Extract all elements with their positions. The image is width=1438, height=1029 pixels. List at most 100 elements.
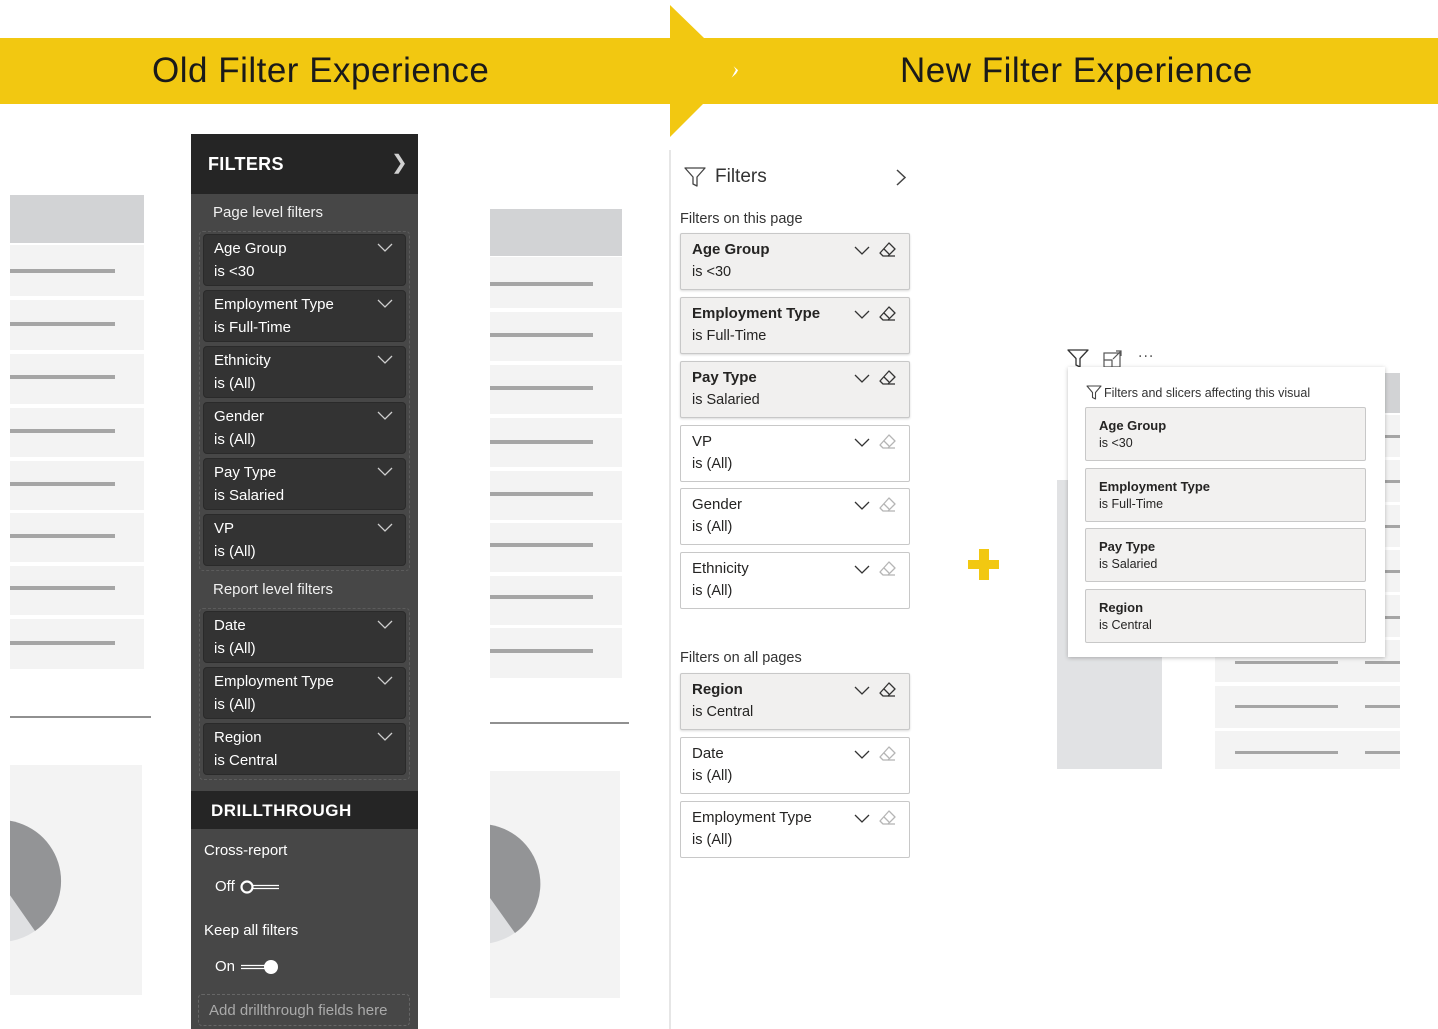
filter-value: is (All) (692, 832, 733, 848)
new-filter-card-employment-type[interactable]: Employment Type is Full-Time (680, 297, 910, 354)
filter-value: is <30 (1099, 436, 1133, 450)
filter-value: is (All) (214, 375, 256, 392)
cross-report-label: Cross-report (204, 842, 288, 859)
filter-value: is <30 (214, 263, 255, 280)
filter-value: is (All) (692, 519, 733, 535)
old-filter-card-ethnicity[interactable]: Ethnicity is (All) (203, 346, 406, 398)
filter-value: is (All) (214, 543, 256, 560)
filter-value: is (All) (214, 696, 256, 713)
old-filter-card-region[interactable]: Region is Central (203, 723, 406, 775)
new-filter-card-pay-type[interactable]: Pay Type is Salaried (680, 361, 910, 418)
clear-filter-eraser-icon[interactable] (879, 682, 897, 698)
filter-name: Pay Type (1099, 539, 1156, 554)
wireframe-pie-chart-left (10, 765, 142, 995)
new-filter-card-region[interactable]: Region is Central (680, 673, 910, 730)
chevron-down-icon[interactable] (377, 465, 393, 477)
banner-arrow-icon (670, 4, 739, 138)
new-filter-card-vp[interactable]: VP is (All) (680, 425, 910, 482)
new-filters-title: Filters (715, 166, 767, 187)
filter-name: Region (214, 729, 262, 746)
keep-all-filters-toggle[interactable] (240, 959, 282, 975)
filter-name: VP (692, 433, 713, 450)
collapse-pane-chevron-icon[interactable]: ❯ (391, 150, 408, 175)
filter-name: Employment Type (692, 809, 812, 826)
chevron-down-icon[interactable] (854, 812, 870, 824)
filter-value: is Salaried (1099, 557, 1158, 571)
wireframe-pie-chart-middle (490, 771, 620, 998)
old-experience-title: Old Filter Experience (152, 51, 490, 90)
filter-name: Age Group (214, 240, 287, 257)
chevron-down-icon[interactable] (377, 297, 393, 309)
chevron-down-icon[interactable] (854, 244, 870, 256)
new-filter-card-ethnicity[interactable]: Ethnicity is (All) (680, 552, 910, 609)
filter-value: is Central (692, 704, 754, 720)
clear-filter-eraser-icon[interactable] (879, 810, 897, 826)
visual-filter-icon[interactable] (1067, 349, 1089, 368)
chevron-down-icon[interactable] (854, 499, 870, 511)
clear-filter-eraser-icon[interactable] (879, 561, 897, 577)
filter-name: Pay Type (692, 369, 757, 386)
filters-on-all-pages-label: Filters on all pages (680, 650, 802, 666)
chevron-down-icon[interactable] (854, 372, 870, 384)
drillthrough-header: DRILLTHROUGH (191, 791, 418, 829)
clear-filter-eraser-icon[interactable] (879, 746, 897, 762)
collapse-pane-chevron-icon[interactable] (895, 169, 907, 186)
clear-filter-eraser-icon[interactable] (879, 434, 897, 450)
chevron-down-icon[interactable] (854, 308, 870, 320)
chevron-down-icon[interactable] (377, 353, 393, 365)
new-filter-card-age-group[interactable]: Age Group is <30 (680, 233, 910, 290)
clear-filter-eraser-icon[interactable] (879, 370, 897, 386)
chevron-down-icon[interactable] (854, 748, 870, 760)
new-filter-card-date[interactable]: Date is (All) (680, 737, 910, 794)
chevron-down-icon[interactable] (377, 618, 393, 630)
old-filters-header: FILTERS ❯ (191, 134, 418, 194)
popup-title: Filters and slicers affecting this visua… (1104, 386, 1311, 400)
filter-value: is Full-Time (214, 319, 291, 336)
old-filter-card-gender[interactable]: Gender is (All) (203, 402, 406, 454)
focus-mode-icon[interactable] (1103, 350, 1123, 368)
chevron-down-icon[interactable] (377, 521, 393, 533)
filter-name: Age Group (692, 241, 770, 258)
old-filter-card-date[interactable]: Date is (All) (203, 611, 406, 663)
clear-filter-eraser-icon[interactable] (879, 242, 897, 258)
filter-value: is (All) (692, 583, 733, 599)
chevron-down-icon[interactable] (854, 684, 870, 696)
new-filter-card-employment-type-all[interactable]: Employment Type is (All) (680, 801, 910, 858)
popup-filter-card-pay-type: Pay Type is Salaried (1085, 528, 1366, 582)
popup-filter-card-age-group: Age Group is <30 (1085, 407, 1366, 461)
clear-filter-eraser-icon[interactable] (879, 306, 897, 322)
old-filter-card-employment-type[interactable]: Employment Type is Full-Time (203, 290, 406, 342)
more-options-icon[interactable]: ··· (1138, 349, 1154, 365)
filter-value: is (All) (692, 456, 733, 472)
filter-value: is (All) (692, 768, 733, 784)
filter-value: is Full-Time (1099, 497, 1164, 511)
old-filter-card-employment-type-report[interactable]: Employment Type is (All) (203, 667, 406, 719)
old-filter-card-pay-type[interactable]: Pay Type is Salaried (203, 458, 406, 510)
new-filter-card-gender[interactable]: Gender is (All) (680, 488, 910, 545)
wireframe-divider-left (10, 716, 151, 718)
chevron-down-icon[interactable] (377, 409, 393, 421)
clear-filter-eraser-icon[interactable] (879, 497, 897, 513)
add-drillthrough-fields-dropzone[interactable]: Add drillthrough fields here (198, 994, 410, 1026)
chevron-down-icon[interactable] (377, 674, 393, 686)
chevron-down-icon[interactable] (854, 563, 870, 575)
report-level-filters-well: Date is (All) Employment Type is (All) R… (199, 608, 410, 780)
popup-filter-card-region: Region is Central (1085, 589, 1366, 643)
report-level-filters-label: Report level filters (213, 581, 334, 598)
old-filter-card-age-group[interactable]: Age Group is <30 (203, 234, 406, 286)
filter-name: Region (692, 681, 743, 698)
chevron-down-icon[interactable] (854, 436, 870, 448)
filter-value: is Full-Time (692, 328, 767, 344)
chevron-down-icon[interactable] (377, 730, 393, 742)
chevron-down-icon[interactable] (377, 241, 393, 253)
filter-name: Region (1099, 600, 1144, 615)
filter-icon (684, 167, 706, 187)
old-filter-card-vp[interactable]: VP is (All) (203, 514, 406, 566)
drillthrough-title: DRILLTHROUGH (211, 801, 352, 820)
new-pane-border (669, 150, 671, 1029)
filter-value: is Salaried (214, 487, 285, 504)
popup-filter-card-employment-type: Employment Type is Full-Time (1085, 468, 1366, 522)
cross-report-toggle[interactable] (239, 879, 281, 895)
filter-name: Employment Type (214, 296, 334, 313)
filter-name: VP (214, 520, 235, 537)
